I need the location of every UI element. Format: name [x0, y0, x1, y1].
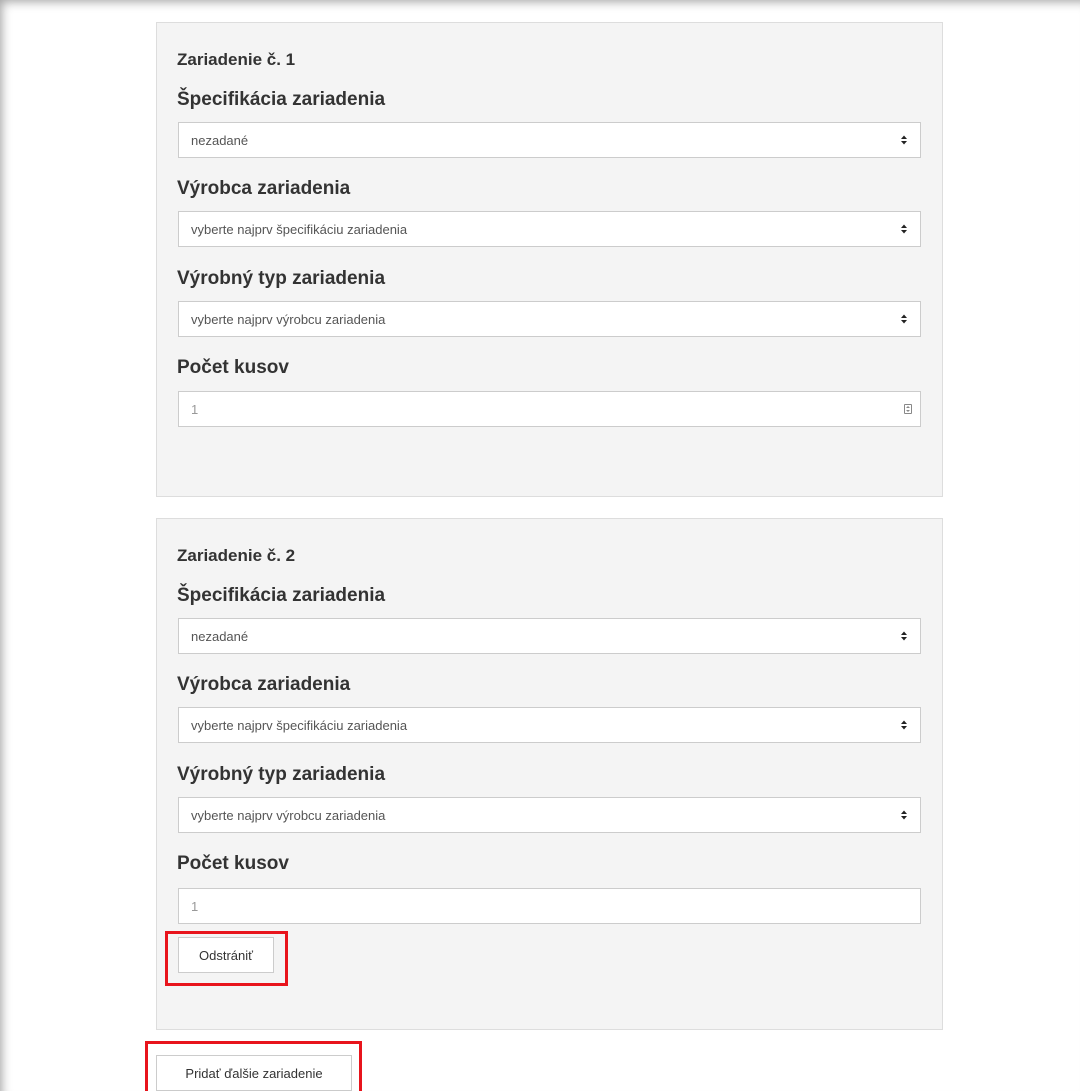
- maker-select[interactable]: vyberte najprv špecifikáciu zariadenia: [178, 707, 921, 743]
- maker-label: Výrobca zariadenia: [177, 178, 351, 199]
- type-label: Výrobný typ zariadenia: [177, 764, 386, 785]
- count-input[interactable]: 1: [178, 888, 921, 924]
- count-input[interactable]: 1: [178, 391, 921, 427]
- count-input-value: 1: [191, 899, 199, 914]
- spec-select-value: nezadané: [191, 133, 249, 148]
- device-panel-2: Zariadenie č. 2 Špecifikácia zariadenia …: [156, 518, 943, 1030]
- type-select[interactable]: vyberte najprv výrobcu zariadenia: [178, 301, 921, 337]
- maker-select[interactable]: vyberte najprv špecifikáciu zariadenia: [178, 211, 921, 247]
- maker-select-value: vyberte najprv špecifikáciu zariadenia: [191, 222, 408, 237]
- select-arrows-icon: [901, 135, 907, 145]
- device-title: Zariadenie č. 2: [177, 546, 296, 565]
- spec-select[interactable]: nezadané: [178, 122, 921, 158]
- type-select-value: vyberte najprv výrobcu zariadenia: [191, 312, 386, 327]
- count-input-value: 1: [191, 402, 199, 417]
- count-label: Počet kusov: [177, 853, 289, 874]
- count-label: Počet kusov: [177, 357, 289, 378]
- type-select-value: vyberte najprv výrobcu zariadenia: [191, 808, 386, 823]
- spec-select[interactable]: nezadané: [178, 618, 921, 654]
- spec-label: Špecifikácia zariadenia: [177, 89, 386, 110]
- type-label: Výrobný typ zariadenia: [177, 268, 386, 289]
- device-title: Zariadenie č. 1: [177, 50, 296, 69]
- number-spinner-icon[interactable]: [904, 404, 912, 414]
- spec-select-value: nezadané: [191, 629, 249, 644]
- select-arrows-icon: [901, 224, 907, 234]
- select-arrows-icon: [901, 314, 907, 324]
- select-arrows-icon: [901, 810, 907, 820]
- select-arrows-icon: [901, 720, 907, 730]
- maker-select-value: vyberte najprv špecifikáciu zariadenia: [191, 718, 408, 733]
- device-panel-1: Zariadenie č. 1 Špecifikácia zariadenia …: [156, 22, 943, 497]
- type-select[interactable]: vyberte najprv výrobcu zariadenia: [178, 797, 921, 833]
- remove-device-button[interactable]: Odstrániť: [178, 937, 274, 973]
- select-arrows-icon: [901, 631, 907, 641]
- spec-label: Špecifikácia zariadenia: [177, 585, 386, 606]
- maker-label: Výrobca zariadenia: [177, 674, 351, 695]
- add-device-button[interactable]: Pridať ďalšie zariadenie: [156, 1055, 352, 1091]
